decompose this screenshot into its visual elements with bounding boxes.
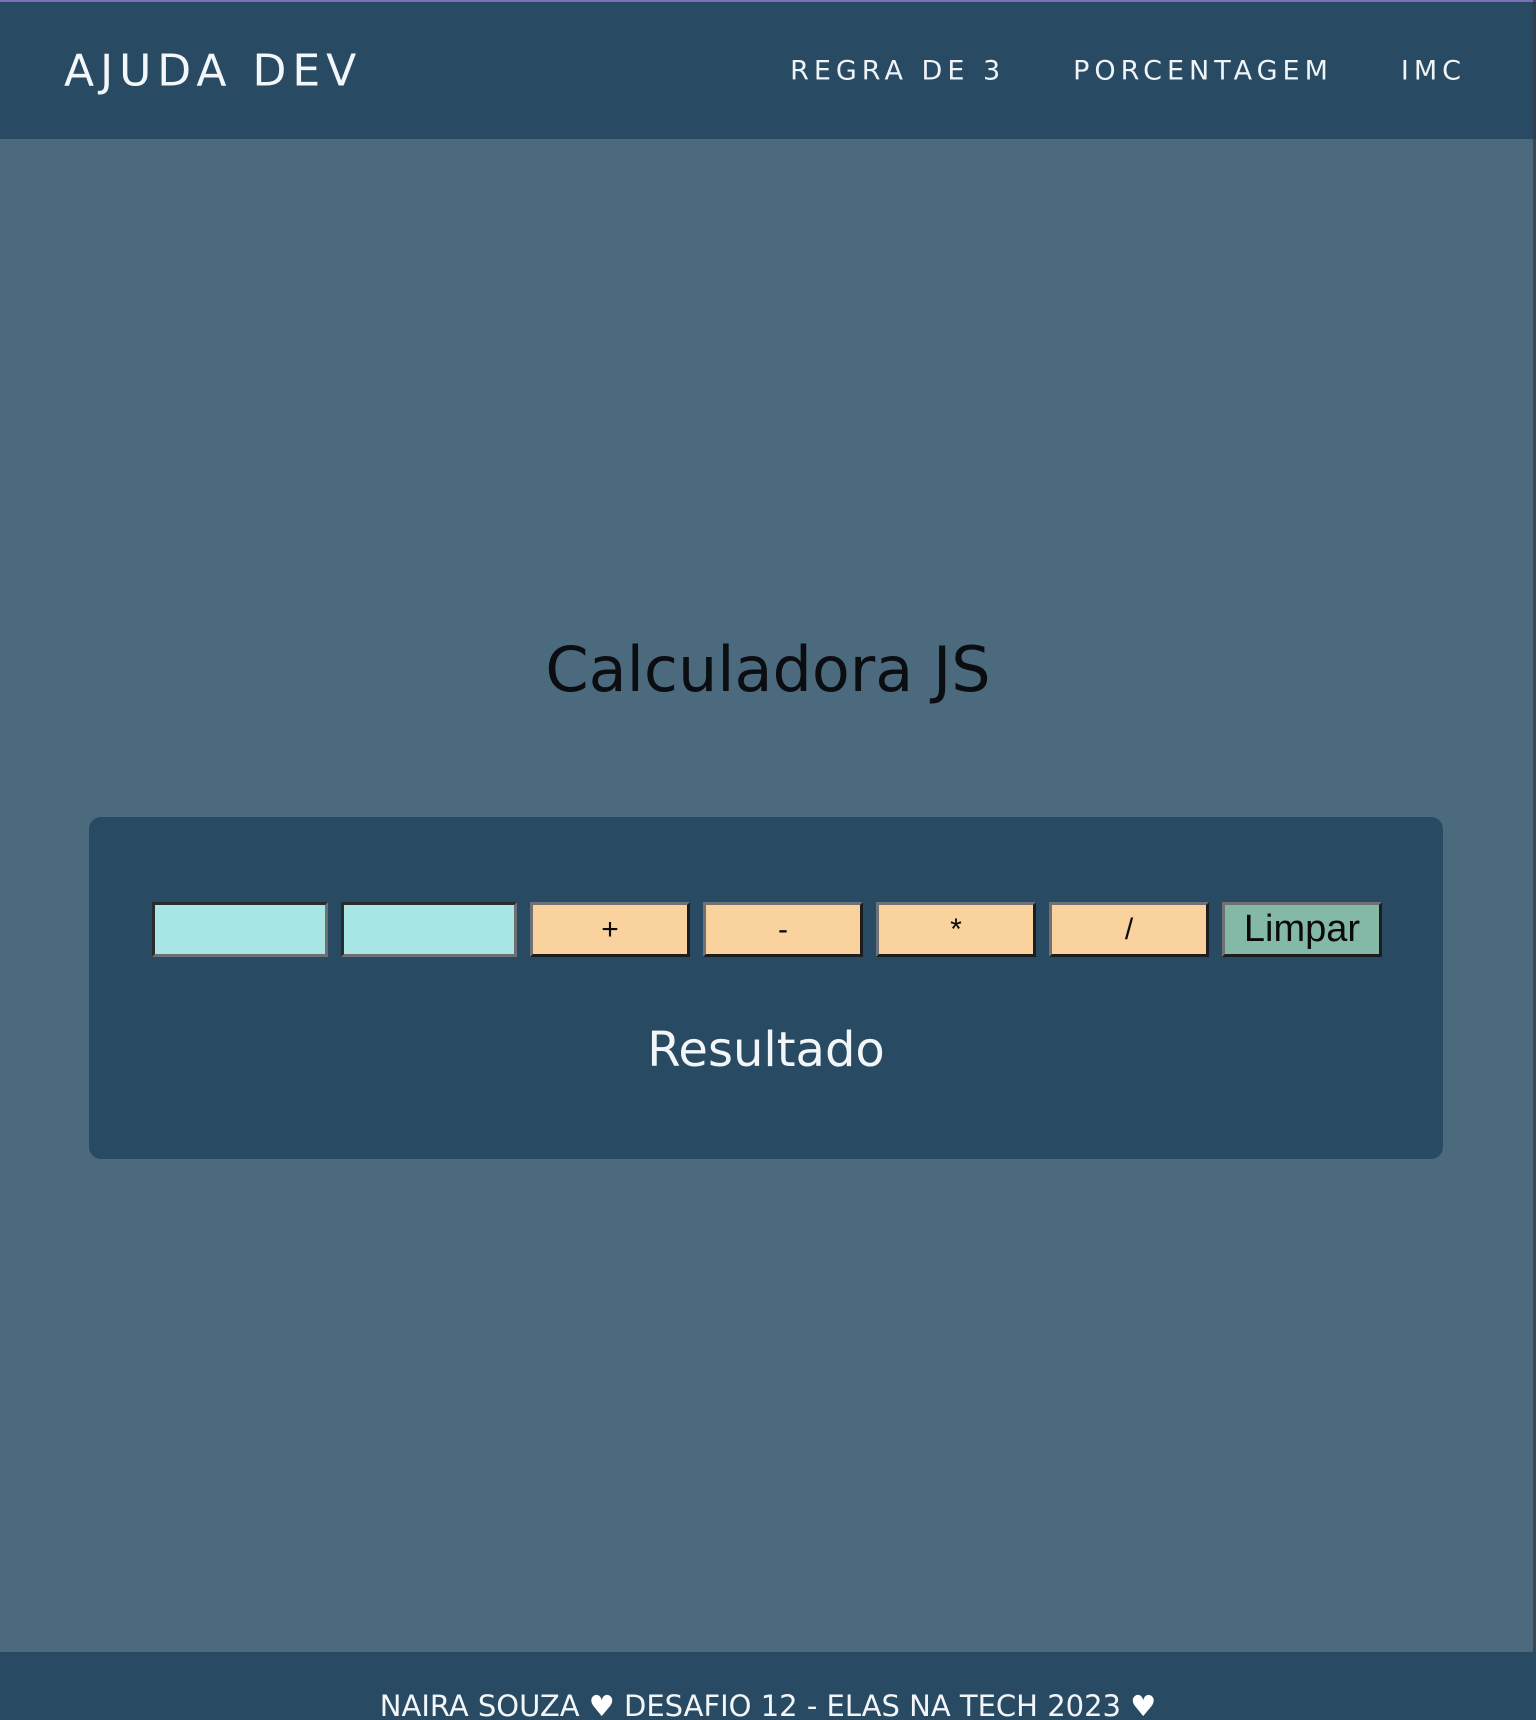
footer-text: NAIRA SOUZA ♥ DESAFIO 12 - ELAS NA TECH …	[0, 1692, 1536, 1720]
clear-button[interactable]: Limpar	[1222, 902, 1382, 957]
subtract-button[interactable]: -	[703, 902, 863, 957]
footer: NAIRA SOUZA ♥ DESAFIO 12 - ELAS NA TECH …	[0, 1652, 1536, 1720]
calculator-controls: + - * / Limpar	[152, 902, 1382, 957]
number-input-1[interactable]	[152, 902, 328, 957]
nav-menu: REGRA DE 3 PORCENTAGEM IMC	[790, 55, 1466, 86]
heart-icon: ♥	[1130, 1689, 1157, 1720]
brand-logo[interactable]: AJUDA DEV	[64, 45, 362, 96]
calculator-card: + - * / Limpar Resultado	[89, 817, 1443, 1159]
page-title: Calculadora JS	[545, 633, 991, 706]
nav-link-imc[interactable]: IMC	[1401, 55, 1466, 86]
result-display: Resultado	[647, 1022, 885, 1078]
add-button[interactable]: +	[530, 902, 690, 957]
footer-challenge: DESAFIO 12 - ELAS NA TECH 2023	[624, 1689, 1121, 1720]
nav-link-porcentagem[interactable]: PORCENTAGEM	[1073, 55, 1333, 86]
number-input-2[interactable]	[341, 902, 517, 957]
divide-button[interactable]: /	[1049, 902, 1209, 957]
navbar: AJUDA DEV REGRA DE 3 PORCENTAGEM IMC	[0, 2, 1536, 139]
heart-icon: ♥	[588, 1689, 615, 1720]
multiply-button[interactable]: *	[876, 902, 1036, 957]
nav-link-regra-de-3[interactable]: REGRA DE 3	[790, 55, 1005, 86]
footer-author: NAIRA SOUZA	[379, 1689, 580, 1720]
